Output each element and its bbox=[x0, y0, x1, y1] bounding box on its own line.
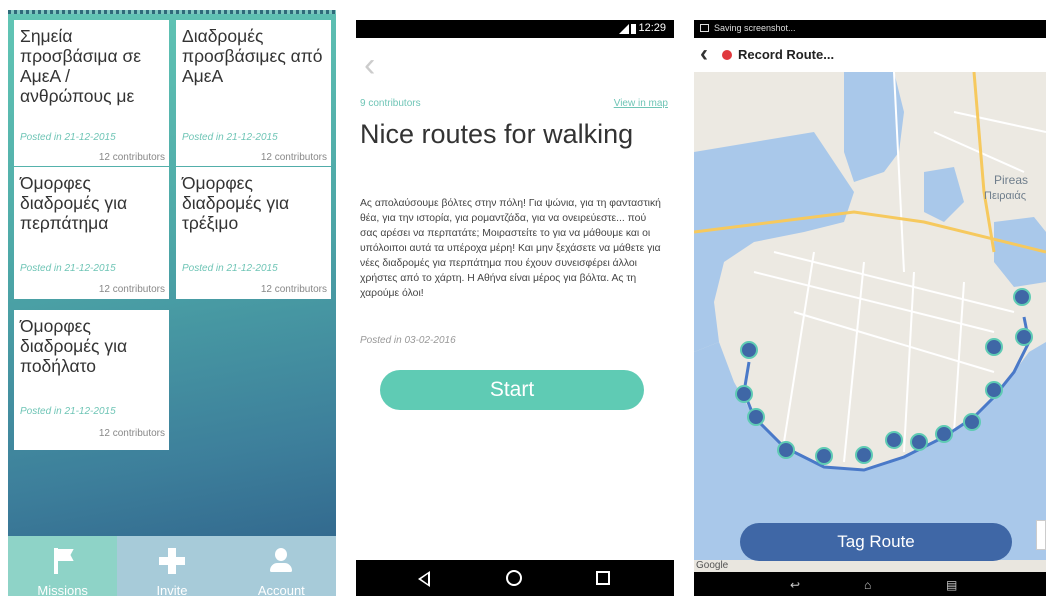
mission-card-date: Posted in 21-12-2015 bbox=[182, 263, 278, 274]
view-in-map-link[interactable]: View in map bbox=[614, 98, 668, 109]
flag-icon bbox=[48, 548, 78, 576]
tag-route-button[interactable]: Tag Route bbox=[740, 523, 1012, 561]
mission-card-title: Όμορφες διαδρομές για τρέξιμο bbox=[182, 173, 290, 233]
app-bar: ‹ Record Route... bbox=[694, 38, 1046, 72]
plus-icon bbox=[157, 548, 187, 576]
google-logo: Google bbox=[696, 560, 729, 571]
battery-icon bbox=[631, 24, 636, 34]
mission-card-contributors: 12 contributors bbox=[260, 284, 327, 295]
status-text: Saving screenshot... bbox=[714, 23, 796, 33]
nav-recents-icon[interactable] bbox=[596, 571, 610, 585]
mission-card-title: Σημεία προσβάσιμα σε ΑμεΑ / ανθρώπους με bbox=[20, 26, 142, 106]
tab-account[interactable]: Account bbox=[226, 536, 336, 596]
android-nav-bar: ↩ ⌂ ▤ bbox=[694, 572, 1046, 596]
mission-card-date: Posted in 21-12-2015 bbox=[20, 406, 116, 417]
missions-screen: Σημεία προσβάσιμα σε ΑμεΑ / ανθρώπους με… bbox=[8, 10, 336, 596]
nav-back-icon[interactable]: ↩ bbox=[790, 578, 800, 592]
tab-invite[interactable]: Invite bbox=[117, 536, 227, 596]
mission-card-title: Όμορφες διαδρομές για περπάτημα bbox=[20, 173, 128, 233]
signal-icon bbox=[619, 24, 629, 34]
person-icon bbox=[266, 548, 296, 576]
map-label-piraeus-greek: Πειραιάς bbox=[984, 190, 1026, 202]
mission-card[interactable]: Διαδρομές προσβάσιμες από ΑμεΑ Posted in… bbox=[176, 20, 331, 166]
mission-card-contributors: 12 contributors bbox=[260, 152, 327, 163]
mission-card-contributors: 12 contributors bbox=[98, 428, 165, 439]
status-bar: 12:29 bbox=[356, 20, 674, 38]
contributors-count: 9 contributors bbox=[360, 98, 421, 109]
nav-home-icon[interactable] bbox=[506, 570, 522, 586]
mission-card[interactable]: Σημεία προσβάσιμα σε ΑμεΑ / ανθρώπους με… bbox=[14, 20, 169, 166]
record-route-screen: Saving screenshot... ‹ Record Route... P… bbox=[694, 20, 1046, 596]
tab-label: Invite bbox=[156, 583, 188, 596]
top-divider bbox=[8, 10, 336, 14]
mission-card[interactable]: Όμορφες διαδρομές για τρέξιμο Posted in … bbox=[176, 167, 331, 299]
status-time: 12:29 bbox=[638, 22, 666, 34]
android-nav-bar bbox=[356, 560, 674, 596]
bottom-tab-bar: Missions Invite Account bbox=[8, 536, 336, 596]
mission-card[interactable]: Όμορφες διαδρομές για ποδήλατο Posted in… bbox=[14, 310, 169, 450]
mission-card-title: Όμορφες διαδρομές για ποδήλατο bbox=[20, 316, 128, 376]
mission-card-date: Posted in 21-12-2015 bbox=[20, 132, 116, 143]
nav-home-icon[interactable]: ⌂ bbox=[864, 578, 871, 592]
map-label-piraeus: Pireas bbox=[994, 173, 1028, 187]
page-title: Nice routes for walking bbox=[360, 119, 634, 149]
mission-card-date: Posted in 21-12-2015 bbox=[182, 132, 278, 143]
mission-card-contributors: 12 contributors bbox=[98, 284, 165, 295]
mission-card-title: Διαδρομές προσβάσιμες από ΑμεΑ bbox=[182, 26, 323, 86]
page-title: Record Route... bbox=[738, 47, 835, 62]
tab-label: Missions bbox=[37, 583, 88, 596]
chevron-left-icon[interactable]: ‹ bbox=[364, 48, 375, 82]
recording-dot-icon bbox=[722, 50, 732, 60]
screenshot-icon bbox=[700, 24, 709, 32]
start-button[interactable]: Start bbox=[380, 370, 644, 410]
mission-card-date: Posted in 21-12-2015 bbox=[20, 263, 116, 274]
zoom-control[interactable] bbox=[1036, 520, 1046, 550]
posted-date: Posted in 03-02-2016 bbox=[360, 335, 456, 346]
route-detail-screen: 12:29 ‹ 9 contributors View in map Nice … bbox=[356, 20, 674, 596]
map-view[interactable]: Pireas Πειραιάς bbox=[694, 72, 1046, 560]
tab-label: Account bbox=[257, 583, 305, 596]
nav-recents-icon[interactable]: ▤ bbox=[946, 578, 957, 592]
mission-card-contributors: 12 contributors bbox=[98, 152, 165, 163]
tab-missions[interactable]: Missions bbox=[8, 536, 118, 596]
route-description: Ας απολαύσουμε βόλτες στην πόλη! Για ψών… bbox=[360, 198, 661, 299]
chevron-left-icon[interactable]: ‹ bbox=[700, 40, 708, 68]
status-bar: Saving screenshot... bbox=[694, 20, 1046, 38]
mission-card[interactable]: Όμορφες διαδρομές για περπάτημα Posted i… bbox=[14, 167, 169, 299]
